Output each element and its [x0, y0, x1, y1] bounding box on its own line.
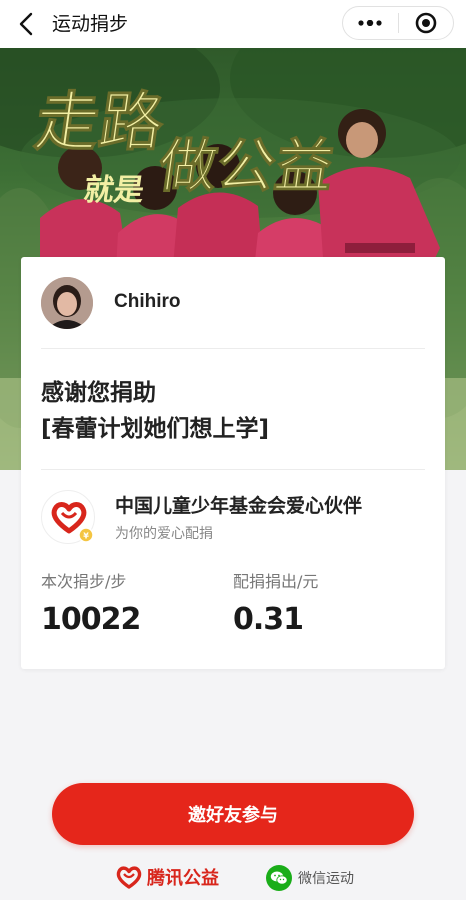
target-close-icon	[415, 12, 437, 34]
close-miniprogram-button[interactable]	[398, 7, 453, 39]
brand-left-label: 腾讯公益	[147, 868, 219, 889]
donation-card: Chihiro 感谢您捐助 [春蕾计划她们想上学] ¥ 中国儿童少年基金会爱心伙…	[21, 257, 445, 669]
wechat-icon	[266, 865, 292, 891]
user-portrait-icon	[41, 277, 93, 329]
hero-slogan: 走路 就是 做公益	[30, 85, 339, 208]
divider-1	[41, 348, 425, 349]
amount-value: 0.31	[233, 602, 304, 637]
navigation-bar: 运动捐步	[0, 0, 466, 48]
heart-logo-icon: ¥	[51, 502, 94, 543]
more-dots-icon	[358, 20, 382, 26]
thanks-line1: 感谢您捐助	[41, 380, 156, 406]
slogan-line2-big: 做公益	[154, 132, 338, 200]
project-name: [春蕾计划她们想上学]	[41, 416, 270, 442]
username: Chihiro	[114, 291, 181, 312]
back-button[interactable]	[10, 8, 42, 40]
miniprogram-capsule	[342, 6, 454, 40]
tencent-charity-heart-icon	[116, 866, 142, 889]
slogan-line2-small: 就是	[81, 173, 146, 208]
partner-subtitle: 为你的爱心配捐	[115, 526, 213, 542]
wechat-sport-brand: 微信运动	[266, 865, 354, 891]
page-title: 运动捐步	[52, 13, 129, 35]
steps-label: 本次捐步/步	[41, 572, 127, 591]
footer-brands: 腾讯公益 微信运动	[0, 862, 466, 896]
chevron-left-icon	[19, 12, 33, 36]
brand-right-label: 微信运动	[298, 871, 354, 887]
svg-text:¥: ¥	[83, 532, 89, 541]
partner-logo: ¥	[41, 490, 95, 544]
invite-friends-button[interactable]: 邀好友参与	[52, 783, 414, 845]
partner-name: 中国儿童少年基金会爱心伙伴	[115, 495, 363, 517]
avatar[interactable]	[41, 277, 93, 329]
steps-value: 10022	[41, 602, 141, 637]
divider-2	[41, 469, 425, 470]
more-button[interactable]	[343, 7, 398, 39]
slogan-line1: 走路	[30, 85, 169, 160]
tencent-charity-brand: 腾讯公益	[115, 864, 219, 890]
amount-label: 配捐捐出/元	[233, 572, 319, 591]
invite-friends-label: 邀好友参与	[188, 805, 278, 826]
donation-thanks: 感谢您捐助 [春蕾计划她们想上学]	[41, 375, 431, 447]
